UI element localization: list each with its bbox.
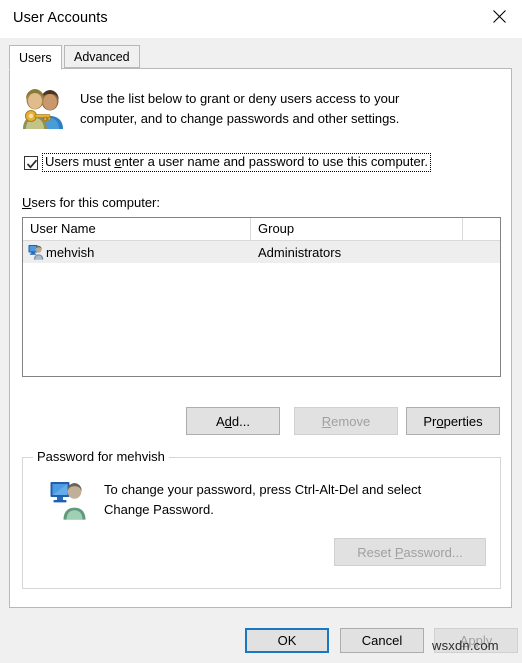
user-account-icon — [28, 245, 44, 260]
description-text: Use the list below to grant or deny user… — [80, 89, 490, 129]
remove-label-accel: R — [321, 413, 332, 429]
reset-label-after: assword... — [403, 544, 463, 560]
reset-label-accel: P — [394, 544, 404, 560]
users-key-icon — [23, 89, 63, 129]
properties-label-after: perties — [443, 413, 483, 429]
listview-header: User Name Group — [23, 218, 500, 241]
password-groupbox: Password for mehvish To change your pass… — [22, 449, 501, 589]
description-line-1: Use the list below to grant or deny user… — [80, 91, 400, 106]
remove-button[interactable]: Remove — [294, 407, 398, 435]
add-label-before: A — [216, 413, 225, 429]
password-instruction-line-2: Change Password. — [104, 502, 214, 517]
add-button-label: Add... — [216, 414, 250, 429]
title-bar: User Accounts — [0, 0, 522, 38]
cancel-button[interactable]: Cancel — [340, 628, 424, 653]
checkbox-label-before: Users must — [45, 154, 115, 169]
password-groupbox-title: Password for mehvish — [33, 449, 169, 464]
users-list-label-rest: sers for this computer: — [31, 195, 160, 210]
watermark: wsxdn.com — [432, 638, 499, 653]
tab-users-label: Users — [19, 51, 52, 65]
column-header-filler[interactable] — [463, 218, 500, 241]
ok-button[interactable]: OK — [245, 628, 329, 653]
column-header-user-name[interactable]: User Name — [23, 218, 251, 241]
tab-advanced[interactable]: Advanced — [64, 45, 140, 68]
ok-button-label: OK — [277, 633, 297, 648]
require-password-checkbox-row[interactable]: Users must enter a user name and passwor… — [24, 153, 431, 172]
user-monitor-icon — [50, 482, 86, 520]
remove-label-after: emove — [331, 413, 371, 429]
cell-group: Administrators — [258, 244, 342, 260]
reset-password-button-label: Reset Password... — [357, 545, 463, 560]
reset-label-before: Reset — [357, 544, 395, 560]
table-row[interactable]: mehvish Administrators — [23, 241, 500, 263]
checkbox-label-accel: e — [114, 154, 122, 169]
users-tab-panel: Use the list below to grant or deny user… — [9, 68, 512, 608]
reset-password-button[interactable]: Reset Password... — [334, 538, 486, 566]
add-label-accel: d — [224, 413, 232, 429]
column-header-group[interactable]: Group — [251, 218, 463, 241]
checkbox-label-after: nter a user name and password to use thi… — [121, 154, 428, 169]
cell-user-name: mehvish — [23, 241, 251, 263]
close-icon[interactable] — [476, 0, 522, 32]
password-instruction-text: To change your password, press Ctrl-Alt-… — [104, 480, 474, 520]
cell-user-name-text: mehvish — [46, 244, 95, 260]
properties-label-accel: o — [436, 413, 444, 429]
properties-button-label: Properties — [423, 414, 482, 429]
checkmark-icon — [26, 159, 38, 168]
tab-users[interactable]: Users — [9, 45, 62, 70]
users-listview[interactable]: User Name Group mehvish Administrators — [22, 217, 501, 377]
tab-advanced-label: Advanced — [74, 50, 130, 64]
add-button[interactable]: Add... — [186, 407, 280, 435]
password-instruction-line-1: To change your password, press Ctrl-Alt-… — [104, 482, 422, 497]
remove-button-label: Remove — [322, 414, 370, 429]
require-password-checkbox-label: Users must enter a user name and passwor… — [42, 153, 431, 172]
add-label-after: d... — [231, 413, 250, 429]
window-title: User Accounts — [13, 10, 108, 26]
users-list-label: Users for this computer: — [22, 195, 160, 210]
close-glyph — [492, 9, 506, 23]
require-password-checkbox[interactable] — [24, 155, 38, 170]
users-list-label-accel: U — [22, 195, 32, 210]
description-line-2: computer, and to change passwords and ot… — [80, 111, 400, 126]
properties-label-before: Pr — [423, 413, 437, 429]
cancel-button-label: Cancel — [361, 633, 403, 648]
properties-button[interactable]: Properties — [406, 407, 500, 435]
